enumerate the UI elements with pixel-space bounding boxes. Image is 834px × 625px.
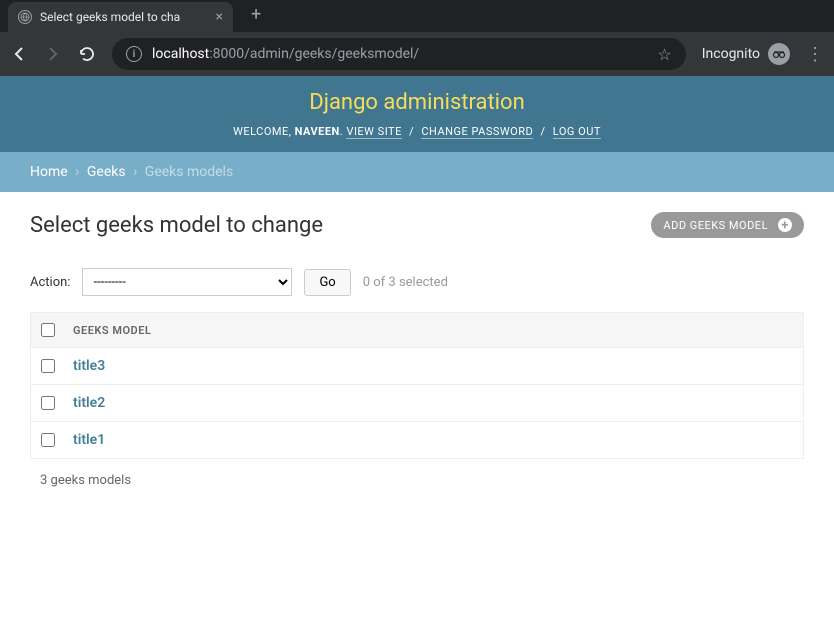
username: NAVEEN [295,125,340,138]
table-header: GEEKS MODEL [31,313,803,347]
tab-title: Select geeks model to cha [40,10,208,24]
selection-count: 0 of 3 selected [363,275,448,290]
browser-tab[interactable]: Select geeks model to cha × [8,2,233,32]
breadcrumb: Home › Geeks › Geeks models [0,152,834,192]
url-bar[interactable]: i localhost:8000/admin/geeks/geeksmodel/… [112,38,686,70]
change-password-link[interactable]: CHANGE PASSWORD [421,125,533,139]
paginator: 3 geeks models [30,459,804,502]
breadcrumb-current: Geeks models [145,164,233,180]
page-title: Select geeks model to change [30,213,323,238]
column-header[interactable]: GEEKS MODEL [73,324,151,337]
table-row: title3 [31,347,803,384]
row-checkbox[interactable] [41,396,55,410]
bookmark-icon[interactable]: ☆ [657,45,671,64]
info-icon[interactable]: i [126,46,142,62]
reload-button[interactable] [78,45,96,63]
logout-link[interactable]: LOG OUT [553,125,601,139]
results-table: GEEKS MODEL title3 title2 title1 [30,312,804,459]
admin-header: Django administration [0,76,834,125]
go-button[interactable]: Go [304,269,350,296]
forward-button[interactable] [44,45,62,63]
user-tools: WELCOME, NAVEEN. VIEW SITE / CHANGE PASS… [0,125,834,152]
row-link[interactable]: title1 [73,432,105,448]
view-site-link[interactable]: VIEW SITE [346,125,401,139]
browser-chrome: Select geeks model to cha × + i localhos… [0,0,834,76]
welcome-text: WELCOME, [233,125,291,138]
content: Select geeks model to change ADD GEEKS M… [0,192,834,522]
incognito-icon [768,43,790,65]
tab-bar: Select geeks model to cha × + [0,0,834,32]
back-button[interactable] [10,45,28,63]
plus-icon: + [778,218,792,232]
incognito-indicator: Incognito [702,43,790,65]
action-label: Action: [30,275,70,290]
row-checkbox[interactable] [41,433,55,447]
breadcrumb-app[interactable]: Geeks [87,164,126,180]
close-icon[interactable]: × [216,9,223,25]
add-geeks-model-button[interactable]: ADD GEEKS MODEL + [651,212,804,238]
content-header: Select geeks model to change ADD GEEKS M… [30,212,804,238]
browser-toolbar: i localhost:8000/admin/geeks/geeksmodel/… [0,32,834,76]
breadcrumb-home[interactable]: Home [30,164,68,180]
new-tab-button[interactable]: + [251,4,261,25]
row-link[interactable]: title2 [73,395,105,411]
table-row: title1 [31,421,803,458]
table-row: title2 [31,384,803,421]
select-all-checkbox[interactable] [41,323,55,337]
url-text: localhost:8000/admin/geeks/geeksmodel/ [152,46,647,62]
incognito-label: Incognito [702,46,760,62]
site-title: Django administration [0,90,834,115]
globe-icon [18,10,32,24]
menu-button[interactable]: ⋮ [806,44,824,65]
actions-bar: Action: --------- Go 0 of 3 selected [30,268,804,296]
row-link[interactable]: title3 [73,358,105,374]
row-checkbox[interactable] [41,359,55,373]
action-select[interactable]: --------- [82,268,292,296]
add-button-label: ADD GEEKS MODEL [663,219,768,232]
